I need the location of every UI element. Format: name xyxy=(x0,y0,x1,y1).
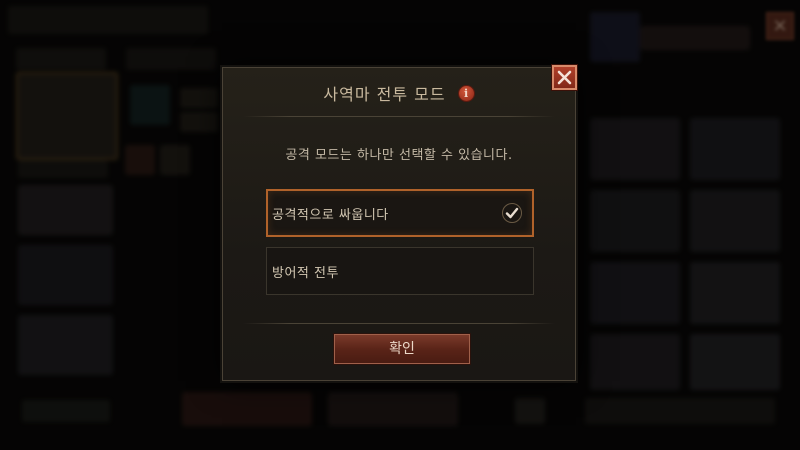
option-defensive[interactable]: 방어적 전투 xyxy=(266,247,534,295)
header-divider xyxy=(243,116,555,117)
close-button[interactable] xyxy=(552,65,577,90)
background-close-icon: × xyxy=(766,12,794,40)
familiar-combat-mode-dialog: 사역마 전투 모드 i 공격 모드는 하나만 선택할 수 있습니다. 공격적으로… xyxy=(222,67,576,381)
info-icon[interactable]: i xyxy=(457,84,475,102)
dialog-title: 사역마 전투 모드 xyxy=(323,85,446,104)
footer-divider xyxy=(243,323,555,324)
check-icon xyxy=(502,203,522,223)
confirm-button[interactable]: 확인 xyxy=(334,334,470,364)
close-icon xyxy=(557,70,572,85)
option-aggressive[interactable]: 공격적으로 싸웁니다 xyxy=(266,189,534,237)
dialog-description: 공격 모드는 하나만 선택할 수 있습니다. xyxy=(285,148,513,163)
dialog-header: 사역마 전투 모드 i xyxy=(223,68,575,118)
option-label: 방어적 전투 xyxy=(272,265,339,281)
option-label: 공격적으로 싸웁니다 xyxy=(272,207,389,223)
